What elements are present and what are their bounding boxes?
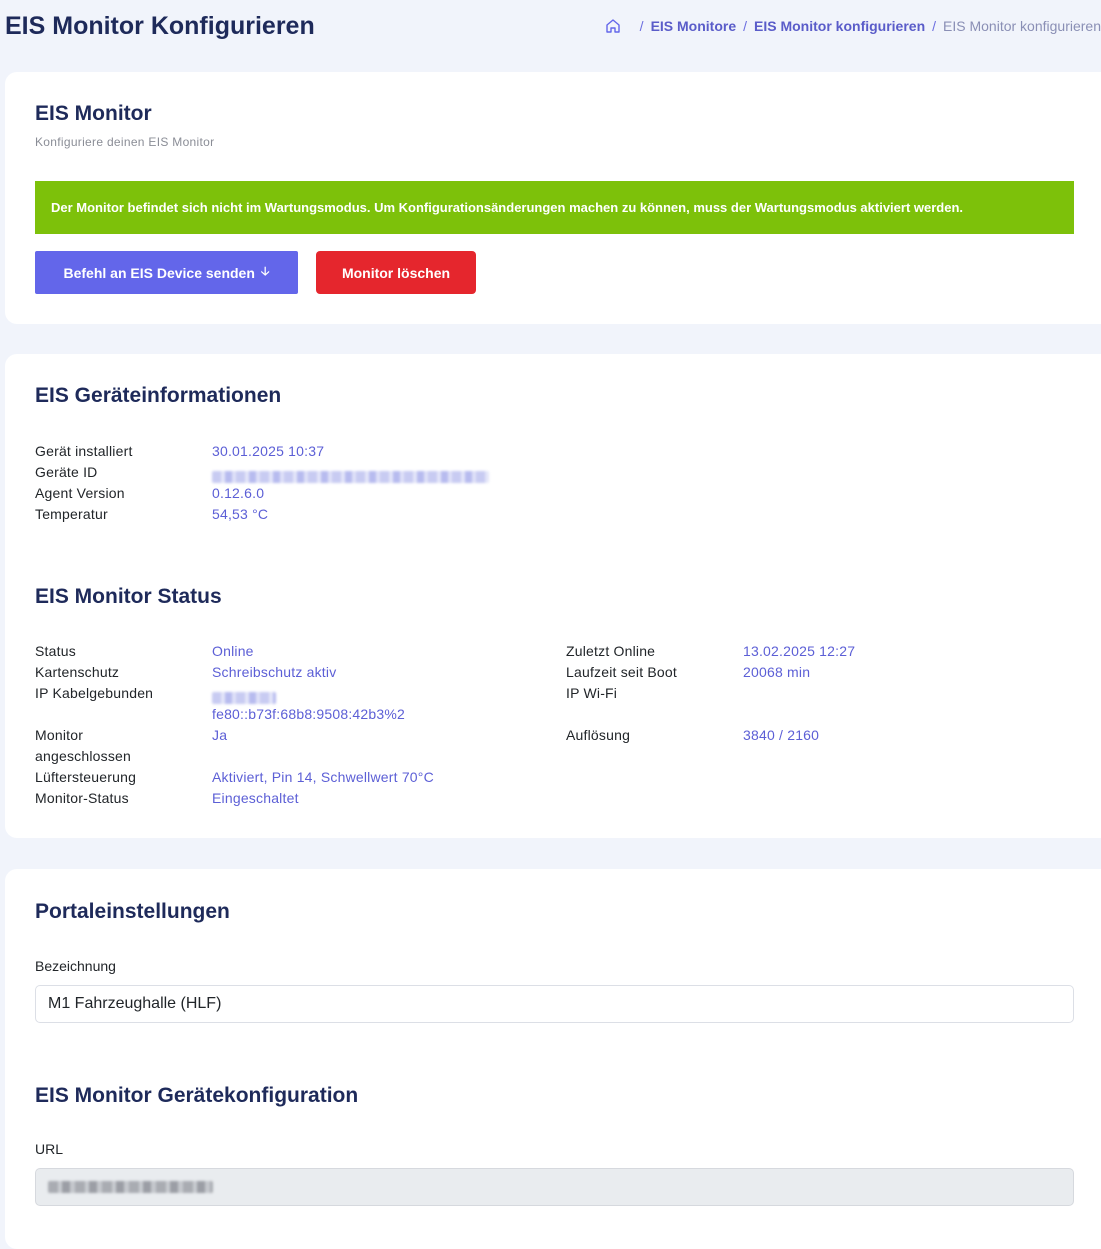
info-value: 30.01.2025 10:37 [212,443,325,459]
delete-monitor-button[interactable]: Monitor löschen [316,251,476,294]
info-label: Kartenschutz [35,664,120,680]
monitor-card-subtitle: Konfiguriere deinen EIS Monitor [35,135,215,149]
info-value: Ja [212,727,228,743]
breadcrumb-separator: / [639,18,644,34]
breadcrumb-separator: / [743,18,748,34]
info-row-agent-version: Agent Version 0.12.6.0 [35,483,635,504]
info-label: Laufzeit seit Boot [566,664,677,680]
send-command-button[interactable]: Befehl an EIS Device senden 🡣 [35,251,298,294]
monitor-card-title: EIS Monitor [35,102,152,125]
status-row-ip-wired: IP Kabelgebunden fe80::b73f:68b8:9508:42… [35,683,555,725]
url-field[interactable] [35,1168,1074,1206]
status-row-uptime: Laufzeit seit Boot 20068 min [566,662,1066,683]
info-label: Status [35,643,76,659]
portal-settings-title: Portaleinstellungen [35,900,230,923]
arrow-down-icon: 🡣 [260,264,270,278]
info-row-installed: Gerät installiert 30.01.2025 10:37 [35,441,635,462]
url-value-redacted [48,1181,213,1193]
info-label: IP Wi-Fi [566,685,618,701]
info-row-device-id: Geräte ID [35,462,635,484]
info-value: Aktiviert, Pin 14, Schwellwert 70°C [212,769,434,785]
info-value: 54,53 °C [212,506,269,522]
device-config-title: EIS Monitor Gerätekonfiguration [35,1084,359,1107]
status-row-monitor-status: Monitor-Status Eingeschaltet [35,788,555,809]
url-field-label: URL [35,1141,64,1157]
info-label: Zuletzt Online [566,643,656,659]
settings-card: Portaleinstellungen Bezeichnung EIS Moni… [5,869,1101,1249]
info-label: Gerät installiert [35,443,133,459]
info-value: 20068 min [743,664,811,680]
maintenance-alert-text: Der Monitor befindet sich nicht im Wartu… [51,200,964,215]
info-row-temperature: Temperatur 54,53 °C [35,504,635,525]
breadcrumb-item-eis-monitor-konfigurieren[interactable]: EIS Monitor konfigurieren [754,18,925,34]
status-row-last-online: Zuletzt Online 13.02.2025 12:27 [566,641,1066,662]
info-value: Eingeschaltet [212,790,299,806]
info-label: Lüftersteuerung [35,769,137,785]
info-value: 0.12.6.0 [212,485,265,501]
info-label: Temperatur [35,506,108,522]
info-label: Monitor-Status [35,790,129,806]
info-value: 13.02.2025 12:27 [743,643,856,659]
info-value: fe80::b73f:68b8:9508:42b3%2 [212,706,406,722]
name-field-label: Bezeichnung [35,958,116,974]
name-field[interactable] [35,985,1074,1023]
info-label: Geräte ID [35,464,98,480]
info-value: Schreibschutz aktiv [212,664,337,680]
device-info-card: EIS Geräteinformationen Gerät installier… [5,354,1101,838]
status-row-card-protection: Kartenschutz Schreibschutz aktiv [35,662,555,683]
status-row-fan-control: Lüftersteuerung Aktiviert, Pin 14, Schwe… [35,767,555,788]
home-icon[interactable] [605,18,621,34]
status-row-resolution: Auflösung 3840 / 2160 [566,725,1066,746]
device-info-title: EIS Geräteinformationen [35,384,282,407]
breadcrumb: / EIS Monitore / EIS Monitor konfigurier… [605,18,1101,34]
info-value: 3840 / 2160 [743,727,820,743]
status-row-status: Status Online [35,641,555,662]
info-label: angeschlossen [35,748,131,764]
info-value: Online [212,643,254,659]
breadcrumb-separator: / [932,18,937,34]
page-title: EIS Monitor Konfigurieren [5,12,315,40]
status-row-monitor-connected: Monitor angeschlossen Ja [35,725,555,767]
info-label: IP Kabelgebunden [35,685,154,701]
monitor-card: EIS Monitor Konfiguriere deinen EIS Moni… [5,72,1101,324]
delete-monitor-label: Monitor löschen [341,264,451,281]
monitor-status-title: EIS Monitor Status [35,585,222,608]
status-row-ip-wifi: IP Wi-Fi [566,683,1066,704]
maintenance-alert: Der Monitor befindet sich nicht im Wartu… [35,181,1074,234]
info-label: Monitor [35,727,84,743]
breadcrumb-current: EIS Monitor konfigurieren [943,18,1101,34]
info-label: Agent Version [35,485,125,501]
send-command-label: Befehl an EIS Device senden [63,264,255,281]
breadcrumb-item-eis-monitore[interactable]: EIS Monitore [651,18,737,34]
info-label: Auflösung [566,727,631,743]
